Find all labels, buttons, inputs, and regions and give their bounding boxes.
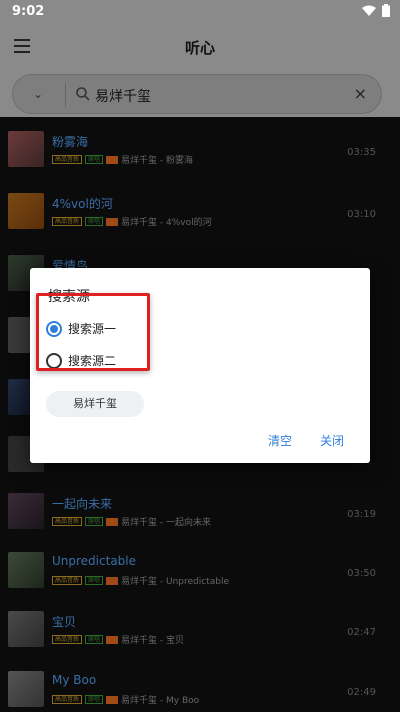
song-meta: 高品音质 原唱 易烊千玺 - 粉雾海 [52,153,193,166]
song-duration: 03:10 [347,209,376,220]
song-title: Unpredictable [52,554,136,568]
quality-tag: 高品音质 [52,155,83,164]
divider [65,83,66,107]
original-tag: 原唱 [85,517,104,526]
song-subtitle: 易烊千玺 - 粉雾海 [121,156,194,166]
song-meta: 高品音质 原唱 易烊千玺 - 宝贝 [52,633,184,646]
song-subtitle: 易烊千玺 - 一起向未来 [121,518,212,528]
song-row[interactable]: My Boo 高品音质 原唱 易烊千玺 - My Boo 02:49 [0,665,400,712]
vip-tag [106,695,119,704]
song-title: 宝贝 [52,615,77,629]
song-subtitle: 易烊千玺 - 宝贝 [121,636,185,646]
quality-tag: 高品音质 [52,635,83,644]
close-button[interactable]: 关闭 [320,432,344,449]
vip-tag [106,155,119,164]
song-duration: 03:19 [347,509,376,520]
song-title: 一起向未来 [52,497,113,511]
song-title: My Boo [52,673,97,687]
song-subtitle: 易烊千玺 - Unpredictable [121,577,230,587]
song-meta: 高品音质 原唱 易烊千玺 - Unpredictable [52,574,229,587]
original-tag: 原唱 [85,217,104,226]
song-subtitle: 易烊千玺 - 4%vol的河 [121,218,212,228]
clear-button[interactable]: 清空 [268,432,292,449]
chevron-down-icon[interactable]: ⌄ [33,87,43,101]
vip-tag [106,517,119,526]
song-title: 4%vol的河 [52,197,113,211]
original-tag: 原唱 [85,635,104,644]
song-duration: 02:47 [347,627,376,638]
highlight-box [36,293,150,371]
song-row[interactable]: Unpredictable 高品音质 原唱 易烊千玺 - Unpredictab… [0,546,400,606]
vip-tag [106,576,119,585]
song-duration: 03:35 [347,147,376,158]
quality-tag: 高品音质 [52,517,83,526]
song-cover [8,671,44,707]
close-icon[interactable]: × [354,84,367,103]
status-time: 9:02 [12,4,45,19]
song-duration: 02:49 [347,687,376,698]
song-cover [8,131,44,167]
song-meta: 高品音质 原唱 易烊千玺 - My Boo [52,693,199,706]
song-cover [8,193,44,229]
history-chip[interactable]: 易烊千玺 [46,391,144,417]
app-bar: 听心 [0,24,400,72]
song-title: 粉雾海 [52,135,89,149]
song-cover [8,493,44,529]
vip-tag [106,635,119,644]
battery-icon [382,4,390,17]
wifi-icon [362,5,376,16]
search-area: ⌄ 易烊千玺 × [0,72,400,117]
song-row[interactable]: 4%vol的河 高品音质 原唱 易烊千玺 - 4%vol的河 03:10 [0,187,400,247]
search-bar[interactable]: ⌄ 易烊千玺 × [12,74,382,114]
quality-tag: 高品音质 [52,217,83,226]
original-tag: 原唱 [85,576,104,585]
quality-tag: 高品音质 [52,576,83,585]
page-title: 听心 [184,39,215,57]
song-cover [8,611,44,647]
status-bar: 9:02 [0,0,400,24]
search-icon [76,87,90,101]
song-meta: 高品音质 原唱 易烊千玺 - 一起向未来 [52,515,211,528]
vip-tag [106,217,119,226]
song-meta: 高品音质 原唱 易烊千玺 - 4%vol的河 [52,215,212,228]
search-input[interactable]: 易烊千玺 [95,86,151,106]
song-duration: 03:50 [347,568,376,579]
original-tag: 原唱 [85,155,104,164]
song-cover [8,552,44,588]
status-icons [362,4,390,17]
song-row[interactable]: 粉雾海 高品音质 原唱 易烊千玺 - 粉雾海 03:35 [0,125,400,185]
song-row[interactable]: 宝贝 高品音质 原唱 易烊千玺 - 宝贝 02:47 [0,605,400,665]
song-row[interactable]: 一起向未来 高品音质 原唱 易烊千玺 - 一起向未来 03:19 [0,487,400,547]
quality-tag: 高品音质 [52,695,83,704]
song-subtitle: 易烊千玺 - My Boo [121,696,200,706]
original-tag: 原唱 [85,695,104,704]
